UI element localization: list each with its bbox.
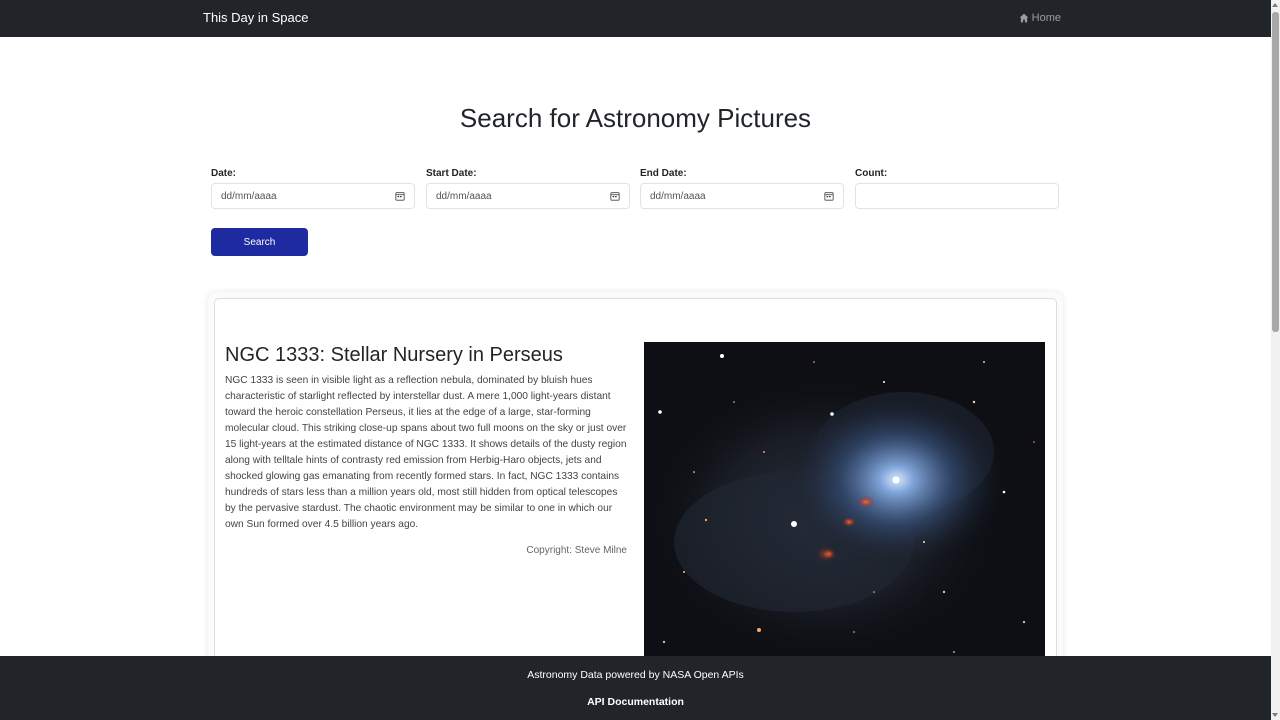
count-input[interactable]	[855, 183, 1059, 209]
start-date-field: Start Date: dd/mm/aaaa	[426, 168, 630, 209]
date-field: Date: dd/mm/aaaa	[211, 168, 415, 209]
scroll-down-arrow-icon[interactable]	[1272, 713, 1278, 717]
api-documentation-link[interactable]: API Documentation	[0, 696, 1271, 708]
count-label: Count:	[855, 168, 888, 179]
scroll-up-arrow-icon[interactable]	[1272, 3, 1278, 7]
date-input[interactable]: dd/mm/aaaa	[211, 183, 415, 209]
count-field: Count:	[855, 168, 1059, 209]
home-icon	[1019, 13, 1029, 23]
calendar-icon[interactable]	[824, 191, 834, 201]
page-title: Search for Astronomy Pictures	[459, 103, 812, 133]
end-date-input[interactable]: dd/mm/aaaa	[640, 183, 844, 209]
home-nav-link[interactable]: Home	[1019, 12, 1061, 24]
end-date-field: End Date: dd/mm/aaaa	[640, 168, 844, 209]
footer-credit-text: Astronomy Data powered by NASA Open APIs	[527, 669, 744, 681]
end-date-input-value: dd/mm/aaaa	[650, 190, 706, 202]
calendar-icon[interactable]	[395, 191, 405, 201]
apod-title: NGC 1333: Stellar Nursery in Perseus	[225, 344, 563, 366]
date-input-value: dd/mm/aaaa	[221, 190, 277, 202]
start-date-input[interactable]: dd/mm/aaaa	[426, 183, 630, 209]
calendar-icon[interactable]	[610, 191, 620, 201]
start-date-label: Start Date:	[426, 168, 477, 179]
top-navbar: This Day in Space Home	[0, 0, 1271, 37]
page-footer: Astronomy Data powered by NASA Open APIs…	[0, 656, 1271, 720]
end-date-label: End Date:	[640, 168, 687, 179]
apod-copyright: Copyright: Steve Milne	[526, 545, 627, 556]
date-label: Date:	[211, 168, 237, 179]
brand-link[interactable]: This Day in Space	[203, 10, 309, 25]
apod-explanation: NGC 1333 is seen in visible light as a r…	[225, 375, 627, 530]
start-date-input-value: dd/mm/aaaa	[436, 190, 492, 202]
scrollbar-thumb[interactable]	[1272, 12, 1279, 332]
search-button[interactable]: Search	[211, 228, 308, 256]
page-scrollbar[interactable]	[1271, 0, 1280, 720]
apod-nebula-image	[644, 342, 1045, 662]
home-label: Home	[1031, 12, 1061, 24]
